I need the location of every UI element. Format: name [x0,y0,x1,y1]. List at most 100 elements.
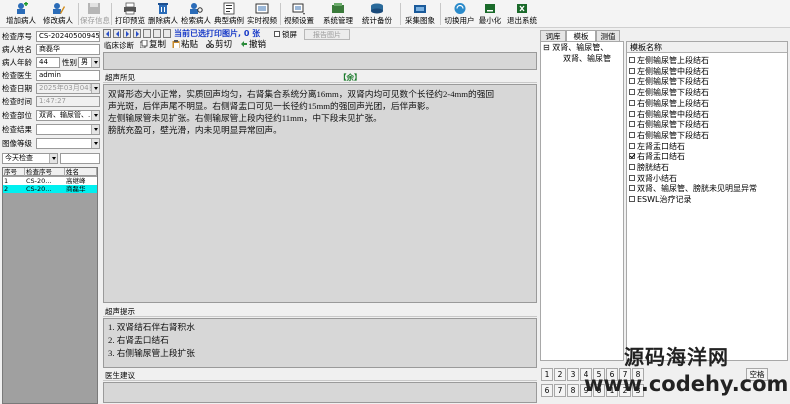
age-field[interactable]: 44 [36,57,60,68]
template-item[interactable]: 左侧输尿管下段结石 [629,87,709,98]
undo-button[interactable]: 撤销 [240,40,266,51]
template-checkbox[interactable] [629,78,635,85]
lock-screen-checkbox[interactable]: 锁屏 [274,30,297,39]
time-field[interactable]: 1:47:27 [36,96,100,107]
capture-image-button[interactable]: 采集图象 [402,1,438,27]
chevron-down-icon[interactable] [49,154,57,163]
chevron-down-icon[interactable] [91,125,99,134]
table-row[interactable]: 1 CS-20... 高继峰 [3,177,97,185]
stats-backup-label: 统计备份 [362,16,392,25]
template-item[interactable]: 右侧输尿管下段结石 [629,130,709,141]
keypad-key[interactable]: 7 [554,384,566,397]
template-item[interactable]: ESWL治疗记录 [629,194,692,205]
template-checkbox[interactable] [629,110,635,117]
add-patient-button[interactable]: 增加病人 [3,1,39,27]
col-header-name[interactable]: 姓名 [65,168,97,176]
doctor-field[interactable]: admin [36,70,100,81]
keypad-key[interactable]: 3 [567,368,579,381]
template-checkbox[interactable] [629,131,635,138]
template-checkbox[interactable] [629,196,635,203]
template-checkbox[interactable] [629,89,635,96]
exit-icon [517,4,527,13]
search-patient-button[interactable]: 检索病人 [180,1,212,27]
template-checkbox[interactable] [629,153,635,160]
template-item[interactable]: 双肾、输尿管、膀胱未见明显异常 [629,183,757,194]
delete-patient-button[interactable]: 删除病人 [147,1,179,27]
minimize-button[interactable]: 最小化 [476,1,504,27]
template-item[interactable]: 右肾盂口结石 [629,151,685,162]
keypad-key[interactable]: 6 [541,384,553,397]
template-item[interactable]: 右侧输尿管下段结石 [629,119,709,130]
sex-select[interactable]: 男 [78,57,100,68]
template-checkbox[interactable] [629,121,635,128]
next-image-button[interactable] [123,29,131,38]
system-admin-icon [332,3,344,13]
table-row-selected[interactable]: 2 CS-20... 商磊华 [3,185,97,193]
template-item[interactable]: 膀胱结石 [629,162,669,173]
tab-measurement[interactable]: 测值 [596,30,620,41]
last-image-button[interactable] [133,29,141,38]
chevron-down-icon[interactable] [91,58,99,67]
keypad-key[interactable]: 2 [554,368,566,381]
tree-node-child[interactable]: 双肾、输尿管 [563,54,611,64]
realtime-video-button[interactable]: 实时视频 [246,1,278,27]
print-icon-button[interactable] [143,29,151,38]
chevron-down-icon[interactable] [91,139,99,148]
col-header-exam-no[interactable]: 检查序号 [25,168,65,176]
filter-search-input[interactable] [60,153,100,164]
part-select[interactable]: 双肾、输尿管、... [36,110,100,121]
edit-patient-button[interactable]: 修改病人 [40,1,76,27]
keypad-key[interactable]: 1 [541,368,553,381]
video-settings-icon [292,3,305,15]
save-button[interactable]: 保存信息 [80,1,110,27]
hint-line: 1. 双肾结石伴右肾积水 [108,322,195,332]
stats-backup-button[interactable]: 统计备份 [359,1,395,27]
template-checkbox[interactable] [629,142,635,149]
chevron-down-icon[interactable] [91,111,99,120]
template-checkbox[interactable] [629,57,635,63]
template-checkbox[interactable] [629,174,635,181]
template-item[interactable]: 左侧输尿管下段结石 [629,76,709,87]
paste-button[interactable]: 粘贴 [172,40,198,51]
switch-user-button[interactable]: 切换用户 [443,1,476,27]
print-preview-button[interactable]: 打印预览 [114,1,146,27]
template-item[interactable]: 左肾盂口结石 [629,141,685,152]
name-field[interactable]: 商磊华 [36,44,100,55]
template-item[interactable]: 右侧输尿管上段结石 [629,98,709,109]
advice-textarea[interactable] [103,382,537,403]
template-checkbox[interactable] [629,185,635,192]
chevron-down-icon[interactable] [91,84,99,93]
template-checkbox[interactable] [629,99,635,106]
collapse-icon[interactable]: ⊟ [543,43,550,52]
report-image-button[interactable]: 报告图片 [304,29,350,40]
template-item[interactable]: 左侧输尿管中段结石 [629,66,709,77]
filter-select[interactable]: 今天检查 [2,153,58,164]
typical-case-button[interactable]: 典型病例 [213,1,245,27]
clinical-diagnosis-input[interactable] [103,52,537,70]
exit-button[interactable]: 退出系统 [505,1,539,27]
cut-button[interactable]: 剪切 [206,40,232,51]
template-checkbox[interactable] [629,67,635,74]
lock-checkbox-box[interactable] [274,31,280,37]
template-checkbox[interactable] [629,164,635,170]
template-item[interactable]: 右侧输尿管中段结石 [629,109,709,120]
template-item[interactable]: 双肾小结石 [629,173,677,184]
col-header-no[interactable]: 序号 [3,168,25,176]
template-item[interactable]: 左侧输尿管上段结石 [629,55,709,66]
exam-no-field[interactable]: CS-20240500945 [36,31,100,42]
copy-button[interactable]: 复制 [140,40,166,51]
video-settings-button[interactable]: 视频设置 [282,1,316,27]
grade-select[interactable] [36,138,100,149]
findings-textarea[interactable]: 双肾形态大小正常，实质回声均匀，右肾集合系统分离16mm，双肾内均可见数个长径约… [103,84,537,303]
tree-node[interactable]: ⊟ 双肾、输尿管、 [543,43,608,53]
tab-lexicon[interactable]: 词库 [540,30,566,41]
keypad-key[interactable]: 8 [567,384,579,397]
clear-image-button[interactable] [163,29,171,38]
select-image-button[interactable] [153,29,161,38]
hint-textarea[interactable]: 1. 双肾结石伴右肾积水 2. 右肾盂口结石 3. 右侧输尿管上段扩张 [103,318,537,368]
first-image-button[interactable] [103,29,111,38]
date-field[interactable]: 2025年03月04日 [36,83,100,94]
prev-image-button[interactable] [113,29,121,38]
result-select[interactable] [36,124,100,135]
system-admin-button[interactable]: 系统管理 [320,1,356,27]
